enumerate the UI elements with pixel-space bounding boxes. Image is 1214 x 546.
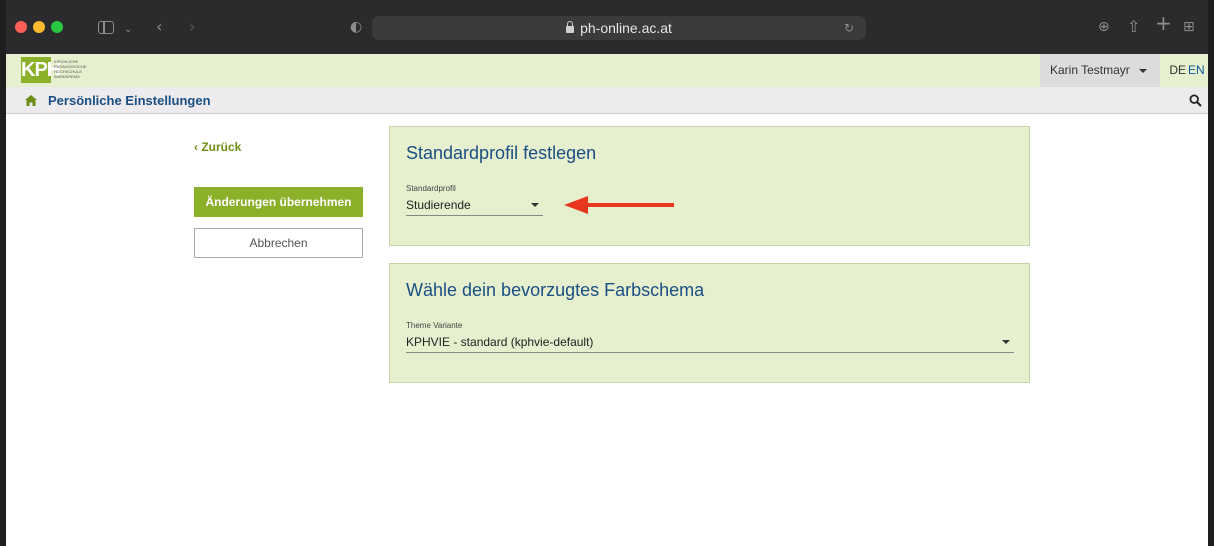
reload-icon[interactable]: ↻ <box>844 20 854 36</box>
app-header: KPH KIRCHLICHE PÄDAGOGISCHE HOCHSCHULE W… <box>6 54 1208 87</box>
url-text: ph-online.ac.at <box>580 20 672 36</box>
back-nav-icon[interactable]: ‹ <box>156 19 162 35</box>
page-title: Persönliche Einstellungen <box>48 93 211 108</box>
panel-title: Wähle dein bevorzugtes Farbschema <box>406 280 705 300</box>
cancel-button[interactable]: Abbrechen <box>194 228 363 258</box>
address-bar[interactable]: ph-online.ac.at ↻ <box>372 16 866 40</box>
caret-down-icon <box>1002 340 1010 344</box>
home-icon[interactable] <box>24 94 38 107</box>
new-tab-icon[interactable]: + <box>1155 13 1172 33</box>
annotation-arrow <box>564 196 674 214</box>
back-link[interactable]: ‹ Zurück <box>194 140 241 154</box>
field-label: Theme Variante <box>406 321 463 330</box>
share-icon[interactable]: ⇧ <box>1127 19 1140 35</box>
logo-subtext: KIRCHLICHE PÄDAGOGISCHE HOCHSCHULE WIEN/… <box>54 59 87 79</box>
apply-changes-button[interactable]: Änderungen übernehmen <box>194 187 363 217</box>
lock-icon <box>566 21 575 33</box>
logo-mark: KPH <box>21 57 61 83</box>
privacy-shield-icon[interactable]: ◐ <box>350 19 362 35</box>
color-scheme-panel: Wähle dein bevorzugtes Farbschema Theme … <box>389 263 1030 383</box>
window-controls <box>15 21 63 33</box>
search-icon[interactable] <box>1189 94 1202 107</box>
chevron-down-icon[interactable]: ⌄ <box>124 22 132 38</box>
breadcrumb-bar: Persönliche Einstellungen <box>6 87 1208 114</box>
language-en-link[interactable]: EN <box>1188 54 1208 87</box>
zoom-window-button[interactable] <box>51 21 63 33</box>
caret-down-icon <box>1139 68 1148 73</box>
browser-toolbar: ⌄ ‹ › ◐ ph-online.ac.at ↻ ⊕ ⇧ + ⊞ <box>6 0 1208 54</box>
user-menu[interactable]: Karin Testmayr <box>1040 54 1160 87</box>
caret-down-icon <box>531 203 539 207</box>
language-de-link[interactable]: DE <box>1169 54 1186 87</box>
tab-overview-icon[interactable]: ⊞ <box>1183 19 1195 35</box>
sidebar-toggle-icon[interactable] <box>98 21 114 34</box>
user-name: Karin Testmayr <box>1050 63 1130 77</box>
default-profile-select[interactable]: Studierende <box>406 196 543 216</box>
screenshot-root: ⌄ ‹ › ◐ ph-online.ac.at ↻ ⊕ ⇧ + ⊞ KPH KI… <box>0 0 1214 546</box>
select-value: Studierende <box>406 198 471 212</box>
default-profile-panel: Standardprofil festlegen Standardprofil … <box>389 126 1030 246</box>
close-window-button[interactable] <box>15 21 27 33</box>
theme-variant-select[interactable]: KPHVIE - standard (kphvie-default) <box>406 333 1014 353</box>
minimize-window-button[interactable] <box>33 21 45 33</box>
back-link-label: Zurück <box>201 140 242 154</box>
kph-logo[interactable]: KPH KIRCHLICHE PÄDAGOGISCHE HOCHSCHULE W… <box>21 57 93 83</box>
download-icon[interactable]: ⊕ <box>1098 19 1110 35</box>
select-value: KPHVIE - standard (kphvie-default) <box>406 335 594 349</box>
field-label: Standardprofil <box>406 184 456 193</box>
forward-nav-icon[interactable]: › <box>189 19 195 35</box>
panel-title: Standardprofil festlegen <box>406 143 597 163</box>
